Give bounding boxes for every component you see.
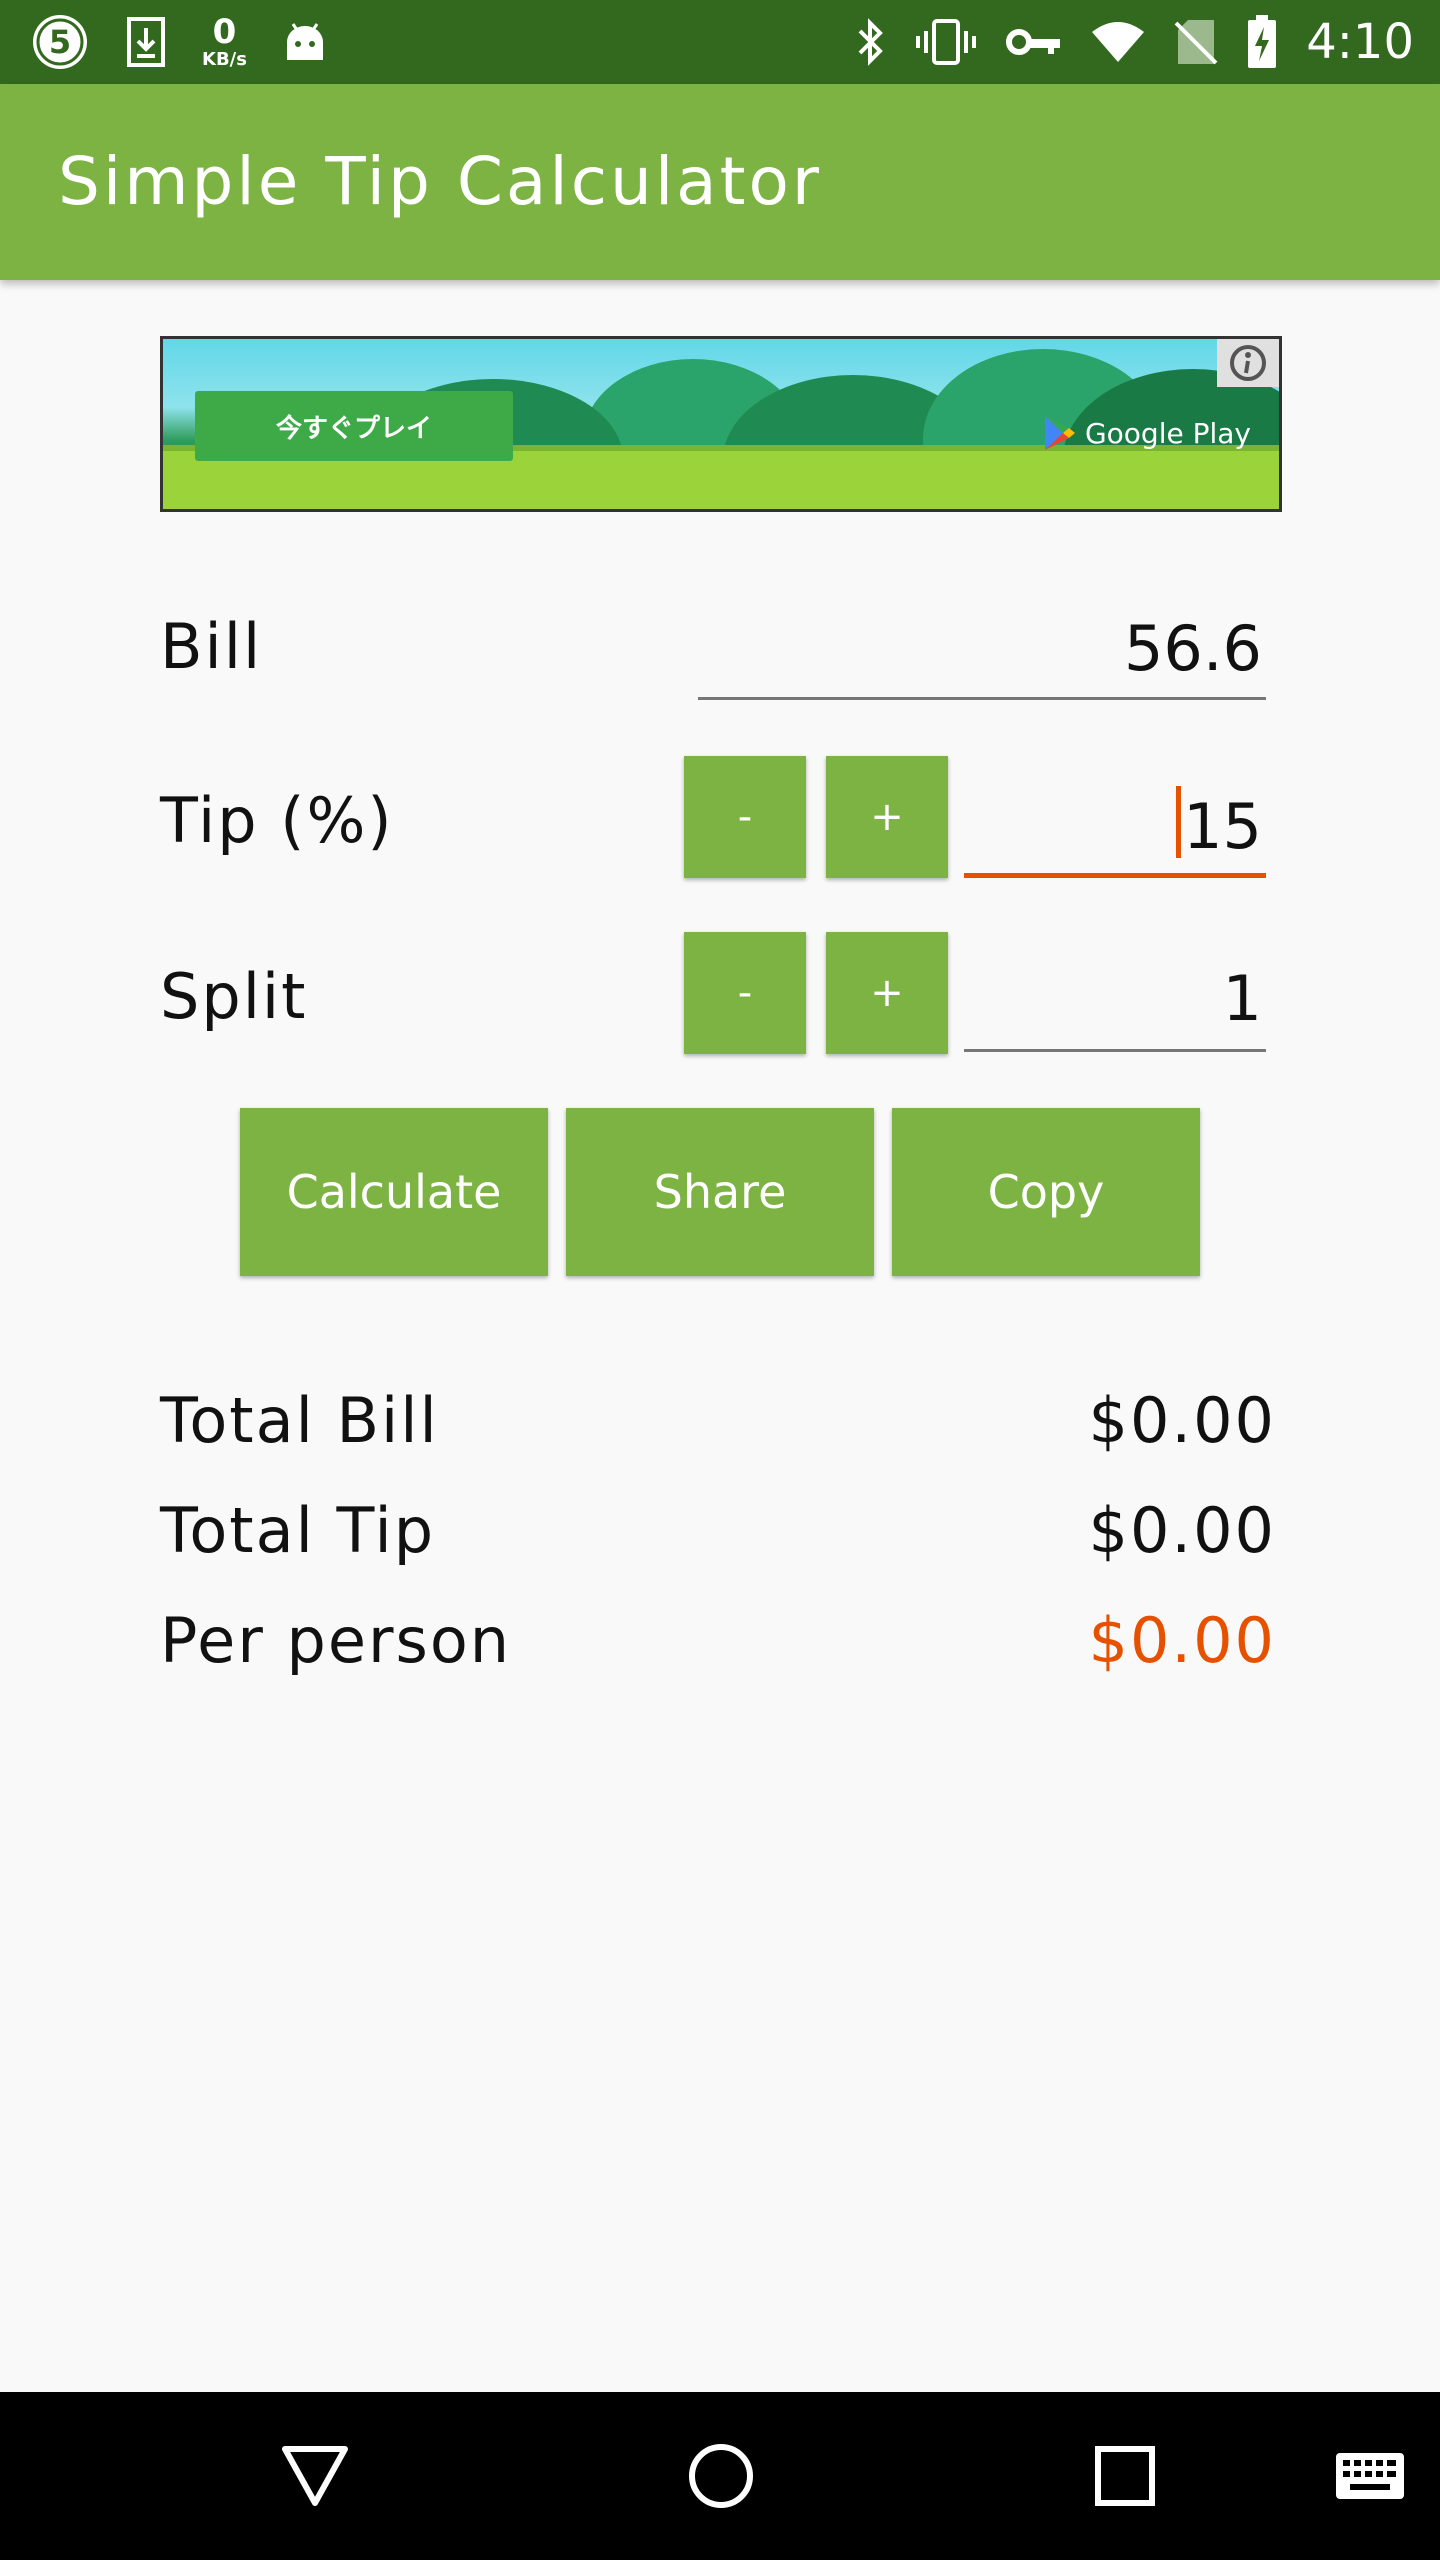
split-input[interactable]: 1: [964, 962, 1266, 1052]
svg-text:5: 5: [49, 23, 71, 61]
google-play-icon: [1044, 416, 1075, 450]
ad-cta-button[interactable]: 今すぐプレイ: [195, 391, 513, 461]
ad-banner[interactable]: 今すぐプレイ Google Play: [160, 336, 1282, 512]
per-person-value: $0.00: [1088, 1604, 1276, 1677]
ad-info-icon[interactable]: [1217, 339, 1279, 387]
status-bar: 5 0 KB/s 4:10: [0, 0, 1440, 84]
network-speed: 0 KB/s: [202, 15, 247, 69]
vpn-key-icon: [1006, 24, 1062, 60]
google-play-label: Google Play: [1084, 416, 1251, 450]
no-sim-icon: [1174, 17, 1218, 67]
text-cursor: [1176, 786, 1182, 858]
vibrate-icon: [914, 17, 978, 67]
tip-decrement-button[interactable]: -: [684, 756, 806, 878]
recents-button[interactable]: [1080, 2392, 1170, 2560]
home-circle-icon: [689, 2444, 753, 2508]
total-tip-value: $0.00: [1088, 1494, 1276, 1567]
split-increment-button[interactable]: +: [826, 932, 948, 1054]
total-tip-label: Total Tip: [160, 1494, 436, 1567]
split-decrement-button[interactable]: -: [684, 932, 806, 1054]
navigation-bar: [0, 2392, 1440, 2560]
bluetooth-icon: [856, 17, 886, 67]
recents-square-icon: [1095, 2446, 1155, 2506]
app-title: Simple Tip Calculator: [58, 143, 822, 220]
per-person-label: Per person: [160, 1604, 512, 1677]
total-bill-label: Total Bill: [160, 1384, 439, 1457]
tip-value: 15: [1183, 790, 1262, 863]
home-button[interactable]: [676, 2392, 766, 2560]
status-time: 4:10: [1306, 14, 1414, 70]
app-5-icon: 5: [30, 12, 90, 72]
bill-input[interactable]: 56.6: [698, 612, 1266, 700]
copy-button[interactable]: Copy: [892, 1108, 1200, 1276]
keyboard-icon: [1336, 2453, 1404, 2499]
keyboard-button[interactable]: [1330, 2392, 1410, 2560]
android-icon: [283, 20, 327, 64]
bill-label: Bill: [160, 610, 263, 683]
calculate-button[interactable]: Calculate: [240, 1108, 548, 1276]
back-button[interactable]: [270, 2392, 360, 2560]
split-label: Split: [160, 960, 308, 1033]
back-triangle-icon: [282, 2446, 348, 2506]
total-bill-value: $0.00: [1088, 1384, 1276, 1457]
network-speed-unit: KB/s: [202, 49, 247, 70]
network-speed-value: 0: [212, 12, 237, 52]
share-button[interactable]: Share: [566, 1108, 874, 1276]
tip-increment-button[interactable]: +: [826, 756, 948, 878]
download-icon: [126, 16, 166, 68]
wifi-icon: [1090, 20, 1146, 64]
tip-label: Tip (%): [160, 784, 394, 857]
app-bar: Simple Tip Calculator: [0, 84, 1440, 280]
battery-charging-icon: [1246, 15, 1278, 69]
tip-input[interactable]: 15: [964, 786, 1266, 878]
google-play-badge[interactable]: Google Play: [1043, 413, 1251, 453]
